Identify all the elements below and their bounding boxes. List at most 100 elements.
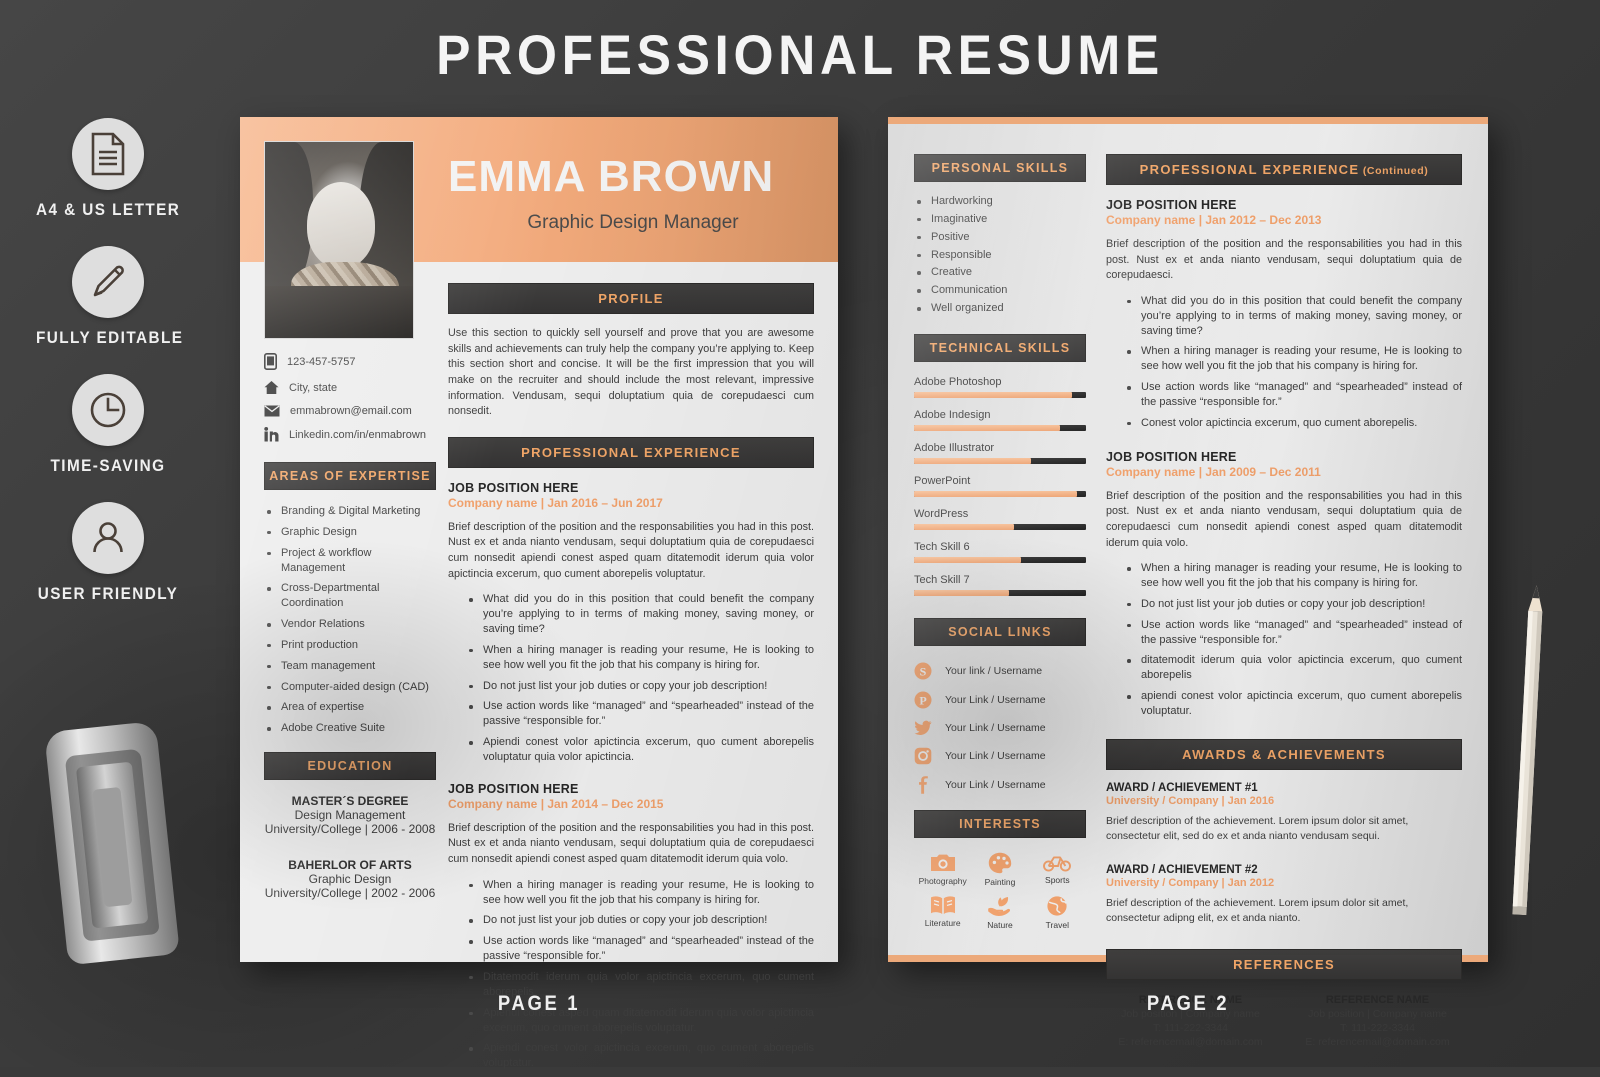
list-item: Area of expertise <box>264 700 436 715</box>
list-item: Positive <box>914 230 1086 245</box>
resume-page-2: PERSONAL SKILLS Hardworking Imaginative … <box>888 117 1488 1048</box>
skill-fill <box>914 490 1078 497</box>
list-item: Conest volor apictincia excerum, quo cum… <box>1124 416 1462 431</box>
skill-name: WordPress <box>914 507 969 520</box>
svg-text:S: S <box>920 665 927 679</box>
social-link-pinterest[interactable]: P Your Link / Username <box>914 691 1086 709</box>
interest-label: Literature <box>924 917 961 928</box>
interest-painting: Painting <box>971 852 1028 887</box>
award-meta: University / Company | Jan 2012 <box>1106 877 1275 890</box>
skill-row: Adobe Photoshop <box>914 376 1086 398</box>
interest-nature: Nature <box>971 895 1028 930</box>
list-item: Use action words like “managed” and “spe… <box>466 934 814 964</box>
feature-label: A4 & US LETTER <box>36 200 181 219</box>
list-item: Adobe Creative Suite <box>264 721 436 736</box>
social-link-facebook[interactable]: Your Link / Username <box>914 776 1086 794</box>
phone-icon <box>264 353 277 370</box>
expertise-list: Branding & Digital Marketing Graphic Des… <box>264 504 436 736</box>
skill-name: Tech Skill 6 <box>914 540 970 553</box>
award-meta: University / Company | Jan 2016 <box>1106 794 1275 807</box>
education-school: University/College | 2006 - 2008 <box>264 822 436 837</box>
page-2-label: PAGE 2 <box>1146 992 1230 1015</box>
personal-skills-list: Hardworking Imaginative Positive Respons… <box>914 194 1086 316</box>
feature-fully-editable: FULLY EDITABLE <box>28 246 188 348</box>
list-item: Vendor Relations <box>264 617 436 632</box>
job-bullets: When a hiring manager is reading your re… <box>448 878 814 1071</box>
list-item: Team management <box>264 659 436 674</box>
job-meta: Company name | Jan 2014 – Dec 2015 <box>448 796 664 811</box>
contact-email[interactable]: emmabrown@email.com <box>264 405 436 417</box>
contact-linkedin[interactable]: Linkedin.com/in/enmabrown <box>264 427 436 442</box>
skill-name: Adobe Photoshop <box>914 375 1002 388</box>
interest-label: Nature <box>987 919 1013 930</box>
skill-row: Adobe Illustrator <box>914 442 1086 464</box>
resume-page-1: EMMA BROWN Graphic Design Manager 123-45… <box>240 117 838 1069</box>
user-icon <box>72 502 144 574</box>
skill-name: Tech Skill 7 <box>914 573 970 586</box>
page2-right-column: PROFESSIONAL EXPERIENCE (Continued) JOB … <box>1106 154 1462 1048</box>
award-description: Brief description of the achievement. Lo… <box>1106 897 1409 925</box>
social-link-twitter[interactable]: Your Link / Username <box>914 720 1086 736</box>
list-item: What did you do in this position that co… <box>1124 294 1462 339</box>
skill-track <box>914 457 1086 464</box>
feature-user-friendly: USER FRIENDLY <box>28 502 188 604</box>
education-school: University/College | 2002 - 2006 <box>264 886 436 901</box>
bicycle-icon <box>1043 856 1072 872</box>
award-entry: AWARD / ACHIEVEMENT #1 University / Comp… <box>1106 782 1462 844</box>
list-item: Well organized <box>914 301 1086 316</box>
twitter-icon <box>914 720 932 735</box>
camera-icon <box>930 854 955 871</box>
skill-fill <box>914 556 1021 563</box>
list-item: Cross-Departmental Coordination <box>264 581 436 611</box>
education-entry: BAHERLOR OF ARTS Graphic Design Universi… <box>264 858 436 900</box>
job-bullets: What did you do in this position that co… <box>1106 294 1462 431</box>
list-item: apiendi conest volor apictincia excerum,… <box>1124 689 1462 719</box>
profile-text: Use this section to quickly sell yoursel… <box>448 327 814 418</box>
linkedin-icon <box>264 427 279 442</box>
feature-label: TIME-SAVING <box>50 456 166 475</box>
job-description: Brief description of the position and th… <box>1106 238 1462 282</box>
page-title: PROFESSIONAL RESUME <box>436 23 1164 86</box>
skype-icon: S <box>914 662 932 680</box>
interest-travel: Travel <box>1029 895 1086 930</box>
feature-time-saving: TIME-SAVING <box>28 374 188 476</box>
social-link-skype[interactable]: S Your link / Username <box>914 662 1086 680</box>
social-link-text: Your Link / Username <box>945 749 1046 762</box>
document-icon <box>72 118 144 190</box>
facebook-icon <box>919 776 928 794</box>
skill-row: PowerPoint <box>914 475 1086 497</box>
education-entry: MASTER´S DEGREE Design Management Univer… <box>264 794 436 836</box>
social-link-text: Your link / Username <box>945 664 1043 677</box>
section-title: PROFESSIONAL EXPERIENCE <box>1139 162 1360 177</box>
page2-left-column: PERSONAL SKILLS Hardworking Imaginative … <box>914 154 1086 930</box>
contact-text: 123-457-5757 <box>287 355 356 368</box>
list-item: Computer-aided design (CAD) <box>264 680 436 695</box>
job-description: Brief description of the position and th… <box>448 520 814 580</box>
job-title: JOB POSITION HERE <box>1106 449 1237 464</box>
job-title: JOB POSITION HERE <box>448 480 579 495</box>
skill-row: WordPress <box>914 508 1086 530</box>
section-header-interests: INTERESTS <box>914 809 1086 838</box>
feature-label: USER FRIENDLY <box>37 584 179 603</box>
palette-icon <box>988 852 1012 874</box>
svg-text:P: P <box>919 693 926 707</box>
section-header-professional-experience: PROFESSIONAL EXPERIENCE <box>448 436 814 468</box>
section-header-technical-skills: TECHNICAL SKILLS <box>914 333 1086 362</box>
page1-left-column: 123-457-5757 City, state emmabrown@email… <box>264 353 436 900</box>
plant-hand-icon <box>988 896 1011 916</box>
reference-phone: T: 111-222-3344 <box>1153 1021 1228 1034</box>
skill-fill <box>914 523 1014 530</box>
education-degree: MASTER´S DEGREE <box>291 794 409 809</box>
social-link-instagram[interactable]: Your Link / Username <box>914 747 1086 765</box>
list-item: Apiendi conest volor apictincia excerum,… <box>466 735 814 765</box>
list-item: When a hiring manager is reading your re… <box>466 878 814 908</box>
social-link-text: Your Link / Username <box>945 721 1046 734</box>
social-links-list: S Your link / Username P Your Link / Use… <box>914 662 1086 794</box>
section-header-professional-experience-continued: PROFESSIONAL EXPERIENCE (Continued) <box>1106 154 1462 185</box>
interest-label: Travel <box>1045 919 1069 930</box>
skill-name: PowerPoint <box>914 474 971 487</box>
skill-row: Tech Skill 7 <box>914 574 1086 596</box>
list-item: Graphic Design <box>264 525 436 540</box>
section-header-awards-achievements: AWARDS & ACHIEVEMENTS <box>1106 738 1462 770</box>
social-link-text: Your Link / Username <box>945 778 1046 791</box>
